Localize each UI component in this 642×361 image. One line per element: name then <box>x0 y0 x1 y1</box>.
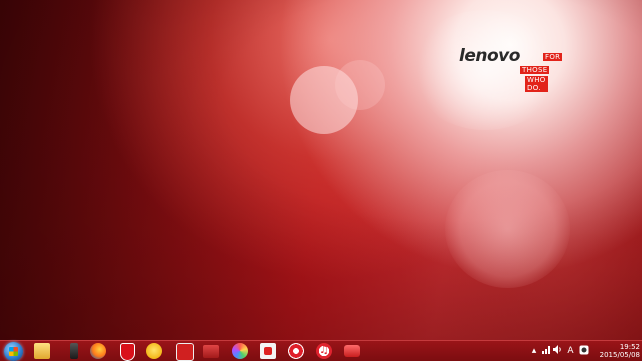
music-player-icon[interactable] <box>316 343 332 359</box>
tool-app-icon[interactable] <box>176 343 194 361</box>
windows-logo-icon <box>9 347 18 356</box>
shield-tray-icon[interactable] <box>579 345 589 359</box>
logo-tag-line-3: WHO DO. <box>525 76 548 92</box>
clock-time: 19:52 <box>619 343 640 351</box>
photo-app-icon[interactable] <box>344 345 360 357</box>
red-app-icon[interactable] <box>203 345 219 358</box>
clock-date: 2015/05/08 <box>599 351 640 359</box>
start-button[interactable] <box>4 342 23 361</box>
system-clock[interactable]: 19:52 2015/05/08 <box>596 343 640 359</box>
desktop-wallpaper: lenovo FOR THOSE WHO DO. <box>0 0 642 340</box>
paint-palette-icon[interactable] <box>232 343 248 359</box>
firefox-icon[interactable] <box>90 343 106 359</box>
show-hidden-icons-arrow[interactable]: ▴ <box>530 345 538 357</box>
bokeh-circle <box>445 170 570 288</box>
logo-wordmark: lenovo <box>459 46 520 66</box>
file-explorer-icon[interactable] <box>34 343 50 359</box>
logo-tag-line-2: THOSE <box>520 66 550 74</box>
taskbar: ▴ A 19:52 2015/05/08 <box>0 340 642 361</box>
white-red-app-icon[interactable] <box>260 343 276 359</box>
ime-icon[interactable]: A <box>566 345 575 357</box>
emoji-app-icon[interactable] <box>146 343 162 359</box>
dark-app-icon[interactable] <box>70 343 78 359</box>
lifebuoy-icon[interactable] <box>288 343 304 359</box>
logo-tag-line-1: FOR <box>543 53 563 61</box>
network-signal-icon[interactable] <box>541 345 551 358</box>
lenovo-logo: lenovo FOR THOSE WHO DO. <box>459 46 563 92</box>
security-shield-icon[interactable] <box>120 343 135 361</box>
volume-icon[interactable] <box>553 345 563 358</box>
bokeh-circle <box>335 60 385 110</box>
